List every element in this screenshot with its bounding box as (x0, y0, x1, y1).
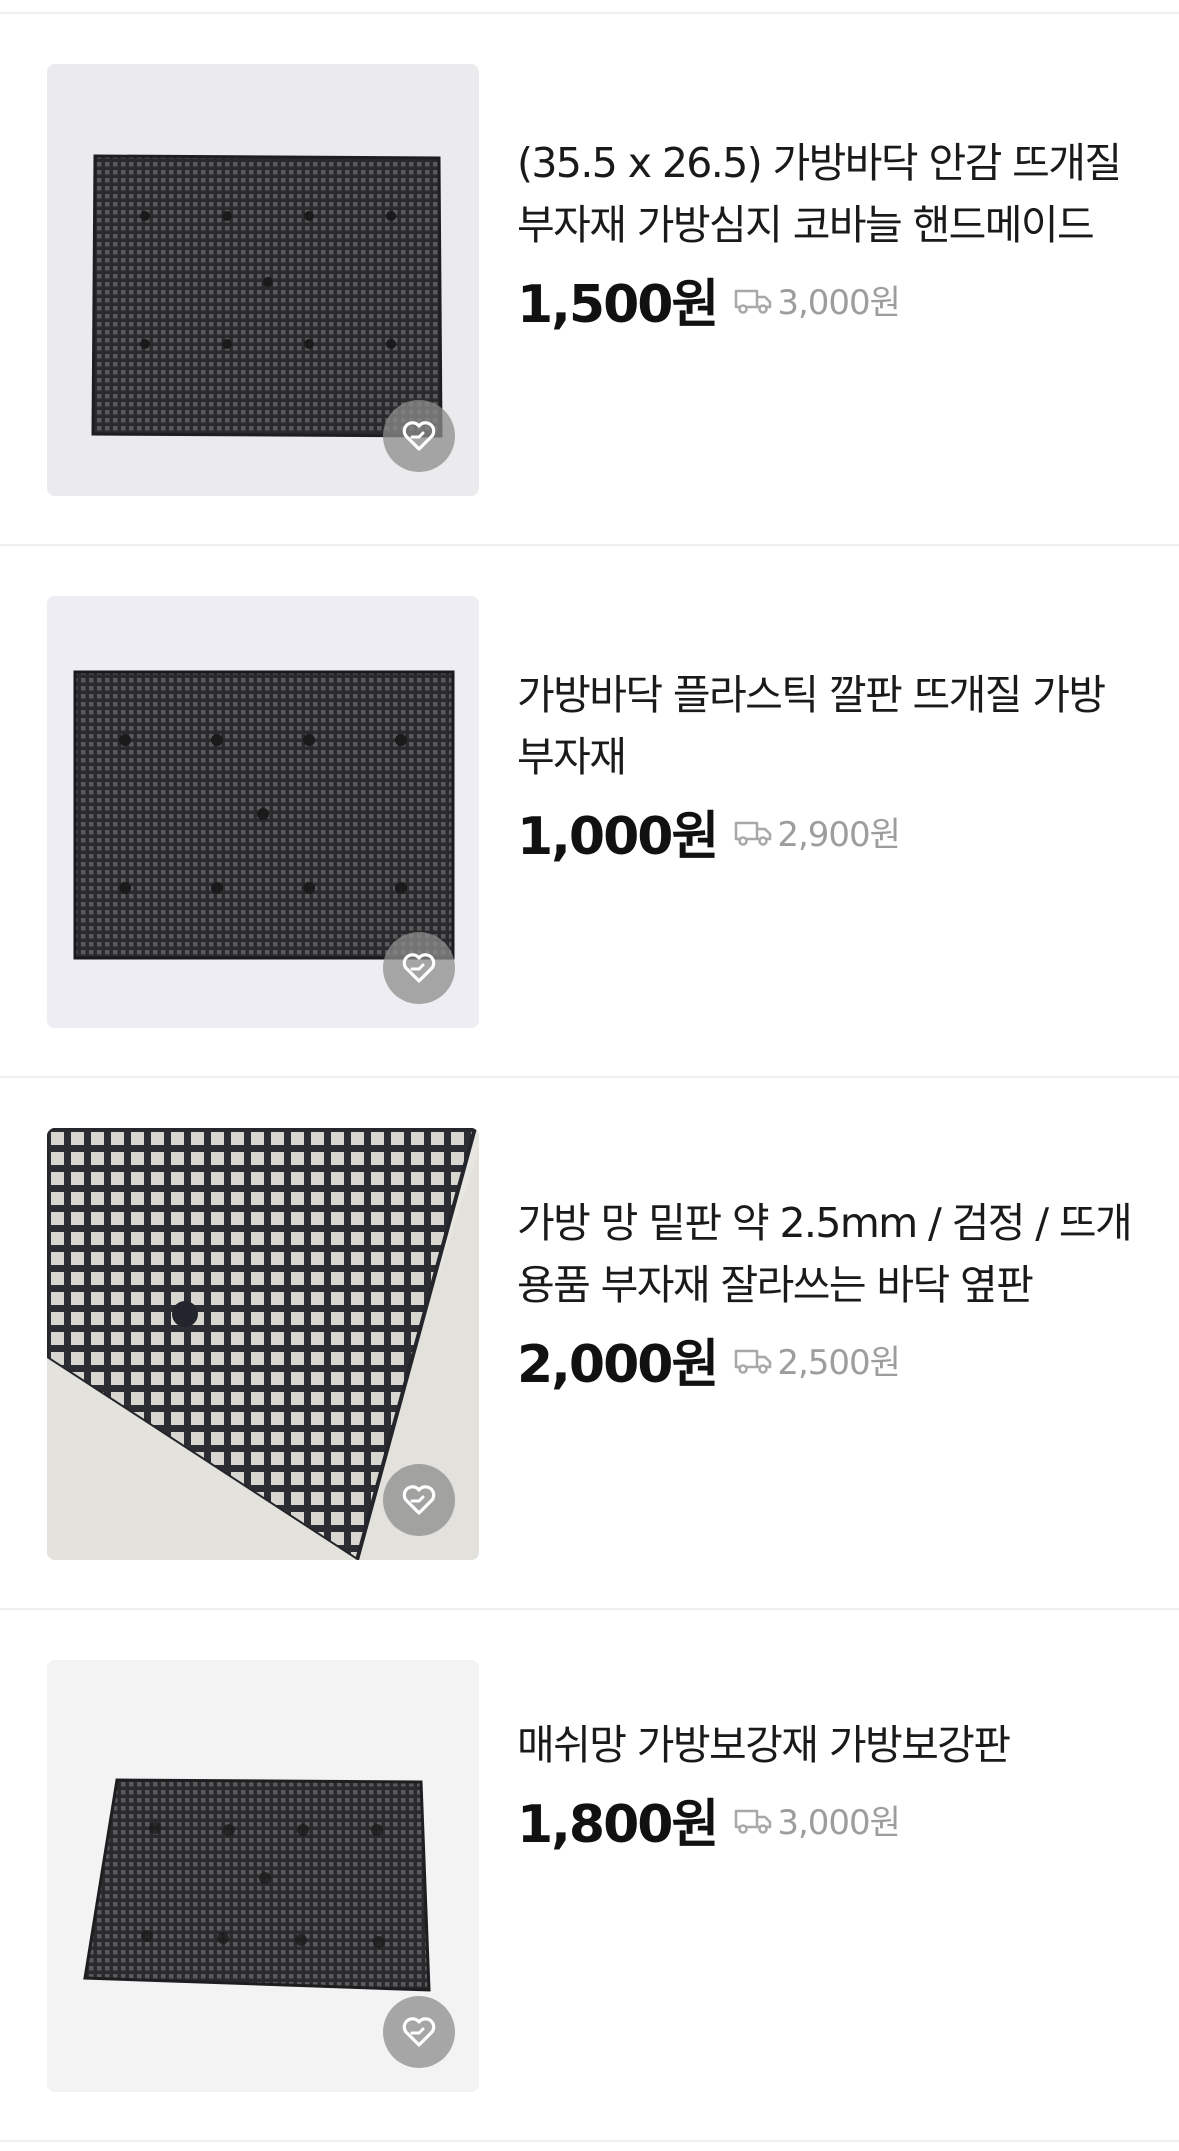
shipping-fee: 3,000원 (733, 275, 901, 324)
shipping-fee-value: 2,500원 (777, 1343, 901, 1383)
product-item-1[interactable]: (35.5 x 26.5) 가방바닥 안감 뜨개질 부자재 가방심지 코바늘 핸… (0, 14, 1179, 546)
heart-icon (402, 1485, 436, 1515)
product-price: 1,500원 (517, 275, 719, 335)
product-item-2[interactable]: 가방바닥 플라스틱 깔판 뜨개질 가방 부자재 1,000원 2,900원 (0, 546, 1179, 1078)
wish-button[interactable] (383, 1464, 455, 1536)
shipping-fee: 3,000원 (733, 1795, 901, 1844)
product-info: 가방바닥 플라스틱 깔판 뜨개질 가방 부자재 1,000원 2,900원 (517, 664, 1157, 869)
product-title-line[interactable]: 가방바닥 플라스틱 깔판 뜨개질 가방 (517, 664, 1157, 726)
product-title-line[interactable]: 부자재 (517, 726, 1157, 788)
price-row: 1,000원 2,900원 (517, 794, 1157, 869)
product-title-line[interactable]: (35.5 x 26.5) 가방바닥 안감 뜨개질 (517, 132, 1157, 194)
product-item-4[interactable]: 매쉬망 가방보강재 가방보강판 1,800원 3,000원 (0, 1610, 1179, 2142)
shipping-fee-value: 2,900원 (777, 815, 901, 855)
product-image[interactable] (47, 1660, 479, 2092)
product-title-line[interactable]: 용품 부자재 잘라쓰는 바닥 옆판 (517, 1254, 1157, 1316)
product-price: 1,800원 (517, 1795, 719, 1855)
shipping-fee-value: 3,000원 (777, 283, 901, 323)
product-image[interactable] (47, 596, 479, 1028)
wish-button[interactable] (383, 1996, 455, 2068)
product-info: 매쉬망 가방보강재 가방보강판 1,800원 3,000원 (517, 1714, 1157, 1857)
product-image[interactable] (47, 1128, 479, 1560)
price-row: 1,500원 3,000원 (517, 262, 1157, 337)
heart-icon (402, 421, 436, 451)
delivery-truck-icon (735, 1809, 772, 1834)
heart-icon (402, 953, 436, 983)
product-item-3[interactable]: 가방 망 밑판 약 2.5mm / 검정 / 뜨개 용품 부자재 잘라쓰는 바닥… (0, 1078, 1179, 1610)
shipping-fee-value: 3,000원 (777, 1803, 901, 1843)
product-price: 2,000원 (517, 1335, 719, 1395)
product-price: 1,000원 (517, 807, 719, 867)
heart-icon (402, 2017, 436, 2047)
product-info: (35.5 x 26.5) 가방바닥 안감 뜨개질 부자재 가방심지 코바늘 핸… (517, 132, 1157, 337)
delivery-truck-icon (735, 289, 772, 314)
product-title-line[interactable]: 매쉬망 가방보강재 가방보강판 (517, 1714, 1157, 1776)
shipping-fee: 2,900원 (733, 807, 901, 856)
product-image[interactable] (47, 64, 479, 496)
wish-button[interactable] (383, 400, 455, 472)
price-row: 1,800원 3,000원 (517, 1782, 1157, 1857)
wish-button[interactable] (383, 932, 455, 1004)
delivery-truck-icon (735, 1349, 772, 1374)
product-title-line[interactable]: 가방 망 밑판 약 2.5mm / 검정 / 뜨개 (517, 1192, 1157, 1254)
product-title-line[interactable]: 부자재 가방심지 코바늘 핸드메이드 (517, 194, 1157, 256)
product-info: 가방 망 밑판 약 2.5mm / 검정 / 뜨개 용품 부자재 잘라쓰는 바닥… (517, 1192, 1157, 1397)
delivery-truck-icon (735, 821, 772, 846)
shipping-fee: 2,500원 (733, 1335, 901, 1384)
price-row: 2,000원 2,500원 (517, 1322, 1157, 1397)
